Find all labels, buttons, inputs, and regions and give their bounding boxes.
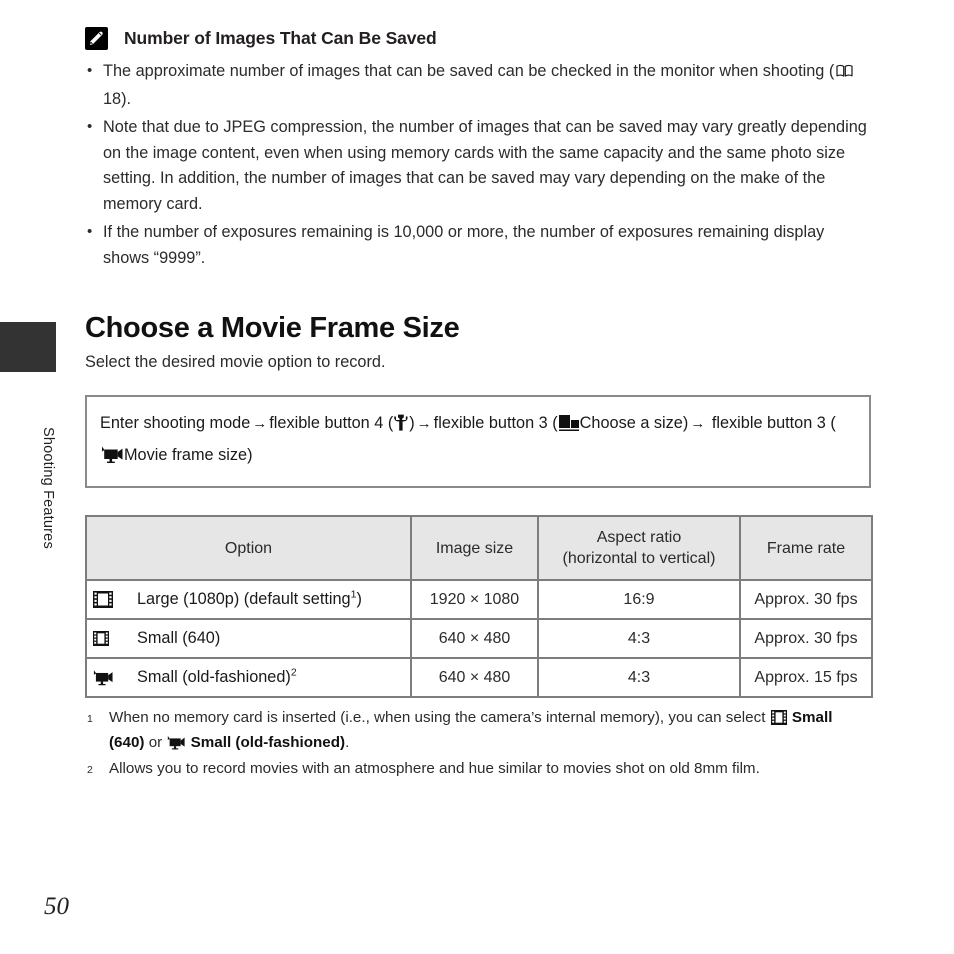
image-size-icon — [558, 412, 579, 441]
footnote-text: Allows you to record movies with an atmo… — [109, 760, 760, 777]
table-header-row: Option Image size Aspect ratio (horizont… — [85, 515, 873, 581]
table-row: Large (1080p) (default setting1) 1920 × … — [85, 579, 873, 620]
frame-rate-cell: Approx. 30 fps — [739, 618, 873, 659]
aspect-ratio-line2: (horizontal to vertical) — [562, 550, 716, 567]
arrow-right-icon: → — [690, 415, 706, 432]
film-frame-large-icon — [93, 591, 119, 608]
footnote-1: 1 When no memory card is inserted (i.e.,… — [85, 707, 871, 757]
option-label: Large (1080p) (default setting — [137, 590, 351, 608]
arrow-right-icon: → — [416, 415, 432, 432]
path-segment-4-label: Movie frame size — [124, 446, 248, 464]
footnote-text-tail: . — [345, 734, 350, 751]
arrow-right-icon: → — [252, 415, 268, 432]
wrench-icon — [394, 412, 408, 441]
note-header: Number of Images That Can Be Saved — [85, 0, 871, 50]
note-bullet-list: The approximate number of images that ca… — [85, 58, 871, 271]
image-size-cell: 1920 × 1080 — [410, 579, 539, 620]
frame-rate-cell: Approx. 15 fps — [739, 657, 873, 698]
sidebar-chapter-label: Shooting Features — [40, 427, 56, 549]
list-item: The approximate number of images that ca… — [85, 58, 871, 112]
list-item: Note that due to JPEG compression, the n… — [85, 114, 871, 217]
movie-camera-old-icon — [167, 735, 186, 757]
footnote-conjunction: or — [144, 734, 167, 751]
aspect-ratio-cell: 4:3 — [537, 657, 741, 698]
option-cell: Small (640) — [85, 618, 412, 659]
movie-camera-old-icon — [93, 669, 119, 686]
path-segment-4-pre: flexible button 3 ( — [711, 414, 836, 432]
footnotes: 1 When no memory card is inserted (i.e.,… — [85, 707, 871, 781]
film-frame-small-icon — [770, 710, 787, 732]
column-header-frame-rate: Frame rate — [739, 515, 873, 581]
film-frame-small-icon — [93, 631, 119, 646]
image-size-cell: 640 × 480 — [410, 657, 539, 698]
aspect-ratio-cell: 4:3 — [537, 618, 741, 659]
option-label-tail: ) — [356, 590, 362, 608]
bullet-reference: 18 — [103, 89, 122, 108]
bullet-text: Note that due to JPEG compression, the n… — [103, 118, 867, 213]
note-title: Number of Images That Can Be Saved — [124, 28, 437, 48]
column-header-image-size: Image size — [410, 515, 539, 581]
footnote-text: When no memory card is inserted (i.e., w… — [109, 709, 770, 726]
table-row: Small (old-fashioned)2 640 × 480 4:3 App… — [85, 657, 873, 698]
path-segment-4-post: ) — [247, 446, 253, 464]
pencil-note-icon — [85, 27, 108, 50]
path-segment-3-label: Choose a size — [579, 414, 683, 432]
table-row: Small (640) 640 × 480 4:3 Approx. 30 fps — [85, 618, 873, 659]
page-title: Choose a Movie Frame Size — [85, 312, 460, 344]
list-item: If the number of exposures remaining is … — [85, 219, 871, 271]
column-header-option: Option — [85, 515, 412, 581]
page-content: Number of Images That Can Be Saved The a… — [85, 0, 873, 782]
page-number: 50 — [44, 893, 69, 920]
footnote-2: 2 Allows you to record movies with an at… — [85, 758, 871, 781]
menu-path-box: Enter shooting mode → flexible button 4 ( … — [85, 395, 871, 488]
option-label: Small (old-fashioned) — [137, 668, 291, 686]
path-segment-1: Enter shooting mode — [100, 414, 251, 432]
bullet-text-tail: ). — [121, 89, 132, 108]
footnote-marker: 1 — [87, 713, 93, 725]
footnote-marker: 2 — [87, 764, 93, 776]
aspect-ratio-cell: 16:9 — [537, 579, 741, 620]
option-cell: Small (old-fashioned)2 — [85, 657, 412, 698]
bullet-text: The approximate number of images that ca… — [103, 62, 835, 80]
path-segment-2-pre: flexible button 4 ( — [269, 414, 394, 432]
image-size-cell: 640 × 480 — [410, 618, 539, 659]
movie-frame-size-table: Option Image size Aspect ratio (horizont… — [85, 515, 873, 698]
path-segment-3-pre: flexible button 3 ( — [433, 414, 558, 432]
option-label: Small (640) — [137, 629, 221, 647]
footnote-bold-option-2: Small (old-fashioned) — [190, 734, 346, 751]
option-footnote-marker: 2 — [290, 666, 297, 679]
sidebar-chapter-tab-block — [0, 322, 56, 372]
frame-rate-cell: Approx. 30 fps — [739, 579, 873, 620]
page-subtitle: Select the desired movie option to recor… — [85, 353, 386, 371]
column-header-aspect-ratio: Aspect ratio (horizontal to vertical) — [537, 515, 741, 581]
option-cell: Large (1080p) (default setting1) — [85, 579, 412, 620]
path-segment-2-post: ) — [409, 414, 415, 432]
movie-camera-icon — [101, 444, 123, 473]
bullet-text: If the number of exposures remaining is … — [103, 223, 825, 267]
aspect-ratio-line1: Aspect ratio — [596, 529, 682, 546]
open-book-icon — [836, 61, 853, 87]
